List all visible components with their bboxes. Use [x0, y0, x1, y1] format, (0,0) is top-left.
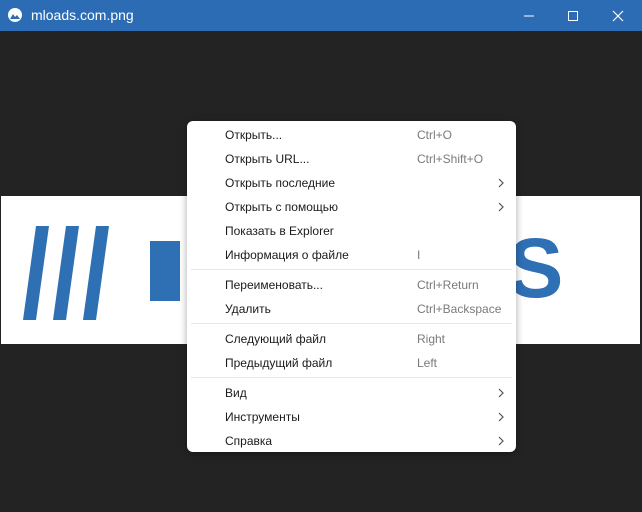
menu-item[interactable]: Открыть последние	[191, 171, 512, 195]
menu-item-label: Инструменты	[225, 410, 300, 424]
window-title: mloads.com.png	[31, 7, 134, 23]
menu-item[interactable]: Открыть с помощью	[191, 195, 512, 219]
menu-item[interactable]: Открыть URL... Ctrl+Shift+O	[191, 147, 512, 171]
menu-item-shortcut: Ctrl+Shift+O	[417, 152, 484, 166]
menu-item-shortcut: Right	[417, 332, 446, 346]
menu-item-shortcut: Ctrl+Backspace	[417, 302, 502, 316]
menu-item-shortcut: Ctrl+Return	[417, 278, 479, 292]
context-menu: Открыть... Ctrl+O Открыть URL... Ctrl+Shift…	[187, 121, 516, 452]
menu-item-label: Переименовать...	[225, 278, 323, 292]
menu-separator	[191, 323, 512, 324]
menu-item-label: Следующий файл	[225, 332, 326, 346]
menu-item-label: Вид	[225, 386, 247, 400]
menu-item-label: Предыдущий файл	[225, 356, 333, 370]
menu-item-shortcut: Left	[417, 356, 438, 370]
menu-item-label: Открыть...	[225, 128, 283, 142]
chevron-right-icon	[498, 388, 504, 398]
menu-separator	[191, 377, 512, 378]
chevron-right-icon	[498, 178, 504, 188]
menu-item-label: Показать в Explorer	[225, 224, 334, 238]
title-bar[interactable]: mloads.com.png	[0, 0, 642, 31]
menu-item-label: Открыть URL...	[225, 152, 310, 166]
logo-slashes-graphic	[23, 226, 109, 320]
menu-item-shortcut: I	[417, 248, 421, 262]
maximize-button[interactable]	[550, 0, 596, 31]
menu-item-shortcut: Ctrl+O	[417, 128, 453, 142]
chevron-right-icon	[498, 412, 504, 422]
menu-separator	[191, 269, 512, 270]
chevron-right-icon	[498, 436, 504, 446]
menu-item[interactable]: Открыть... Ctrl+O	[191, 123, 512, 147]
maximize-icon	[568, 11, 578, 21]
menu-item-label: Справка	[225, 434, 273, 448]
menu-item[interactable]: Показать в Explorer	[191, 219, 512, 243]
menu-item-label: Удалить	[225, 302, 271, 316]
menu-item[interactable]: Информация о файле I	[191, 243, 512, 267]
menu-item[interactable]: Переименовать... Ctrl+Return	[191, 273, 512, 297]
image-icon	[8, 8, 22, 22]
menu-item[interactable]: Следующий файл Right	[191, 327, 512, 351]
viewer-window: mloads.com.png OS Открыть...Ctrl+OОткрыт…	[0, 0, 642, 512]
menu-item[interactable]: Инструменты	[191, 405, 512, 429]
logo-letter-fragment	[150, 241, 180, 301]
chevron-right-icon	[498, 202, 504, 212]
close-icon	[612, 10, 624, 22]
menu-item[interactable]: Справка	[191, 429, 512, 453]
minimize-icon	[524, 15, 534, 17]
minimize-button[interactable]	[506, 0, 552, 31]
menu-item[interactable]: Удалить Ctrl+Backspace	[191, 297, 512, 321]
menu-item-label: Информация о файле	[225, 248, 349, 262]
menu-item[interactable]: Вид	[191, 381, 512, 405]
close-button[interactable]	[595, 0, 641, 31]
menu-item[interactable]: Предыдущий файл Left	[191, 351, 512, 375]
menu-item-label: Открыть с помощью	[225, 200, 339, 214]
menu-item-label: Открыть последние	[225, 176, 336, 190]
